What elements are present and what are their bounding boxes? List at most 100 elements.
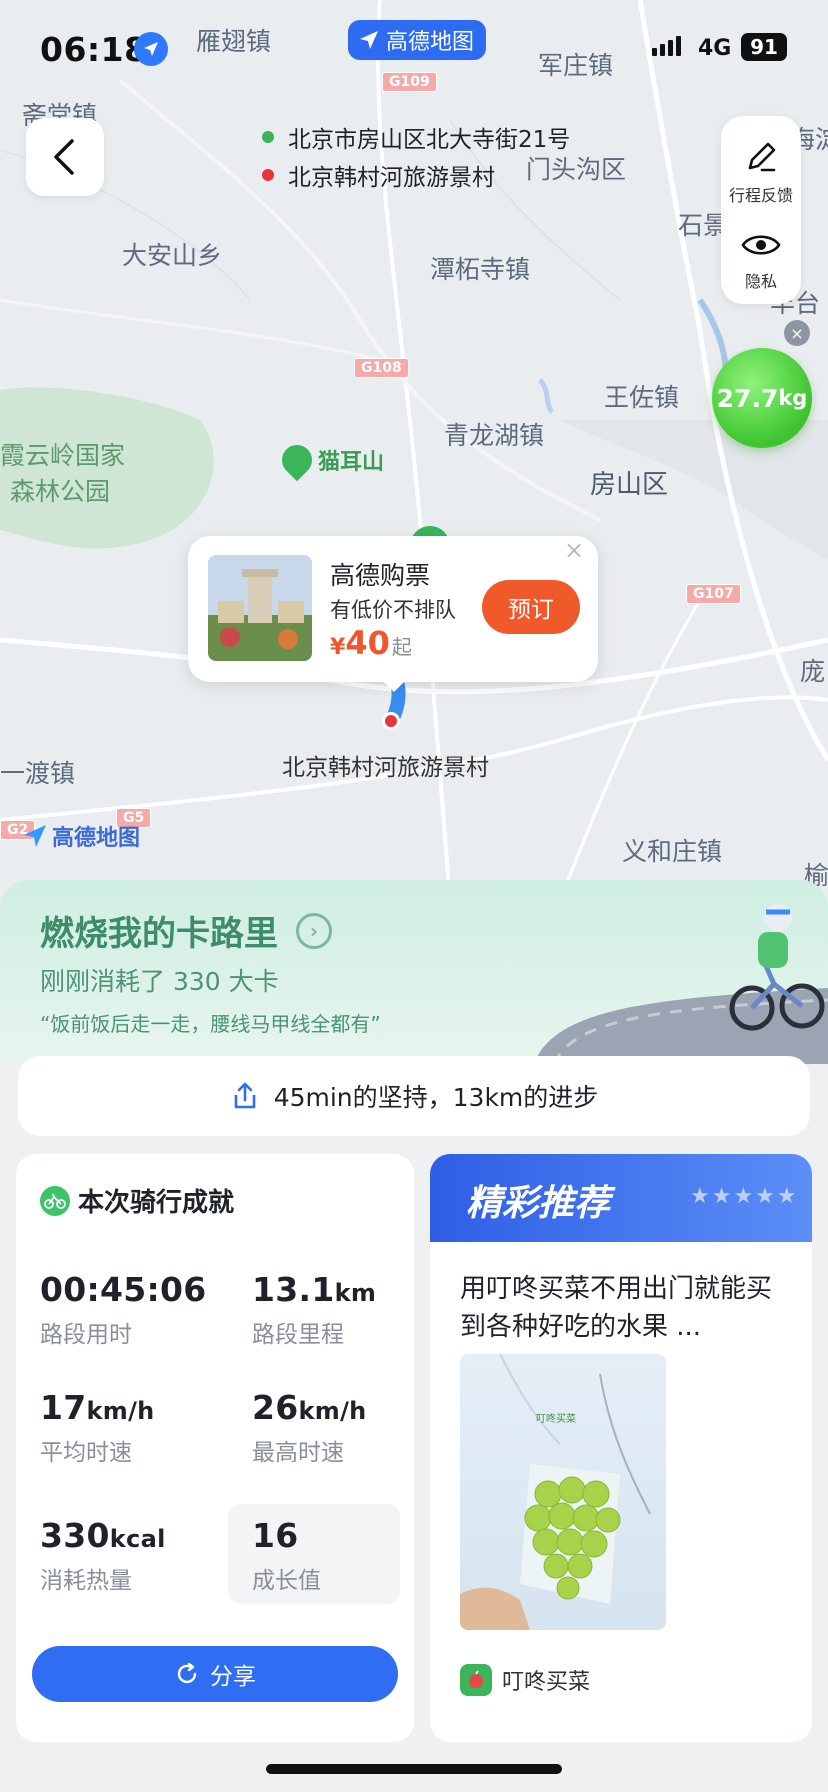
home-indicator[interactable] [266, 1764, 562, 1774]
recommendation-card[interactable]: 精彩推荐 ★★★★★ 用叮咚买菜不用出门就能买到各种好吃的水果 ... 叮咚买菜 [430, 1154, 812, 1742]
trip-summary-sheet[interactable]: 燃烧我的卡路里 › 刚刚消耗了 330 大卡 “饭前饭后走一走，腰线马甲线全都有… [0, 880, 828, 1792]
back-button[interactable] [26, 118, 104, 196]
side-toolbar: 行程反馈 隐私 [721, 116, 801, 304]
popup-tail [382, 680, 406, 692]
road-shield: G107 [686, 584, 741, 604]
map-view[interactable]: 雁翅镇 军庄镇 斋堂镇 门头沟区 大安山乡 潭柘寺镇 石景 丰台 王佐镇 青龙湖… [0, 0, 828, 900]
stat-label: 成长值 [252, 1568, 321, 1594]
map-label: 霞云岭国家 [0, 441, 126, 470]
destination-map-label: 北京韩村河旅游景村 [282, 755, 489, 781]
stat-unit: km [334, 1279, 377, 1307]
stat-avg-speed: 17km/h 平均时速 [40, 1388, 210, 1467]
refresh-share-icon [177, 1662, 197, 1684]
stat-unit: km/h [86, 1397, 155, 1425]
calorie-banner: 燃烧我的卡路里 › 刚刚消耗了 330 大卡 “饭前饭后走一走，腰线马甲线全都有… [0, 880, 828, 1064]
recommendation-source-name: 叮咚买菜 [502, 1670, 591, 1695]
stat-label: 最高时速 [252, 1440, 344, 1466]
status-time: 06:18 [40, 30, 148, 69]
stat-value: 13.1 [252, 1270, 335, 1309]
stat-value: 330 [40, 1516, 110, 1555]
stat-unit: km/h [298, 1397, 367, 1425]
carbon-saving-badge[interactable]: 27.7 kg [712, 348, 812, 448]
stat-calories: 330kcal 消耗热量 [40, 1516, 210, 1595]
stat-growth[interactable]: 16 成长值 [228, 1504, 400, 1604]
close-popup-button[interactable]: × [554, 536, 594, 570]
map-label: 森林公园 [10, 477, 111, 506]
stat-label: 平均时速 [40, 1440, 132, 1466]
trip-feedback-label: 行程反馈 [728, 186, 793, 205]
map-label: 义和庄镇 [622, 837, 723, 866]
amap-logo-icon [360, 31, 378, 49]
stat-distance: 13.1km 路段里程 [252, 1270, 422, 1349]
route-destination: 北京韩村河旅游景村 [262, 156, 570, 194]
destination-address: 北京韩村河旅游景村 [288, 165, 495, 191]
price-suffix: 起 [391, 635, 412, 659]
ticket-popup[interactable]: 高德购票 有低价不排队 ¥40 起 预订 × [188, 536, 598, 682]
achievement-header: 本次骑行成就 [40, 1182, 234, 1219]
recommendation-header: 精彩推荐 ★★★★★ [430, 1154, 812, 1242]
eye-icon [741, 235, 781, 255]
stat-value: 16 [252, 1516, 299, 1555]
map-attribution: 高德地图 [22, 820, 140, 852]
origin-dot [262, 131, 274, 143]
achievement-title: 本次骑行成就 [78, 1188, 235, 1218]
map-label: 王佐镇 [604, 383, 680, 412]
ride-achievement-card: 本次骑行成就 00:45:06 路段用时 13.1km 路段里程 17km/h … [16, 1154, 414, 1742]
carbon-unit: kg [778, 386, 808, 410]
battery-indicator: 91 [741, 33, 787, 61]
origin-address: 北京市房山区北大寺街21号 [288, 127, 571, 153]
calorie-quote: “饭前饭后走一走，腰线马甲线全都有” [40, 1012, 381, 1036]
book-button[interactable]: 预订 [482, 580, 580, 634]
currency-symbol: ¥ [330, 635, 346, 660]
chevron-left-icon [54, 139, 74, 175]
stat-duration: 00:45:06 路段用时 [40, 1270, 210, 1349]
pencil-icon [748, 142, 776, 172]
mountain-pin-icon [275, 438, 319, 482]
popup-title: 高德购票 [330, 561, 431, 590]
popup-subtitle: 有低价不排队 [330, 598, 456, 622]
poi-label: 猫耳山 [318, 450, 385, 475]
status-bar: 06:18 高德地图 4G 91 [0, 0, 828, 100]
destination-marker[interactable] [382, 712, 400, 730]
stat-unit: kcal [109, 1525, 166, 1553]
route-origin: 北京市房山区北大寺街21号 [262, 118, 570, 156]
stat-value: 00:45:06 [40, 1270, 207, 1309]
share-progress-text: 45min的坚持，13km的进步 [273, 1083, 599, 1112]
amap-logo-icon [24, 825, 46, 847]
attraction-thumbnail [208, 555, 312, 661]
route-summary: 北京市房山区北大寺街21号 北京韩村河旅游景村 [262, 118, 570, 194]
app-indicator-label: 高德地图 [386, 30, 475, 55]
star-decoration-icon: ★★★★★ [690, 1184, 799, 1209]
network-type: 4G [698, 36, 732, 61]
price-value: 40 [345, 624, 390, 662]
privacy-label: 隐私 [744, 272, 777, 291]
stat-value: 17 [40, 1388, 87, 1427]
map-label: 房山区 [590, 470, 669, 500]
poi-marker[interactable]: 猫耳山 [275, 438, 385, 482]
share-progress-bar[interactable]: 45min的坚持，13km的进步 [18, 1056, 810, 1136]
destination-dot [262, 169, 274, 181]
calorie-subtitle: 刚刚消耗了 330 大卡 [40, 967, 279, 996]
share-icon [234, 1082, 255, 1109]
carbon-value: 27.7 [716, 383, 779, 413]
close-carbon-button[interactable]: × [784, 320, 810, 346]
calorie-title-row[interactable]: 燃烧我的卡路里 › [40, 906, 332, 955]
recommendation-source[interactable]: 叮咚买菜 [460, 1664, 590, 1696]
recommendation-text: 用叮咚买菜不用出门就能买到各种好吃的水果 ... [460, 1274, 773, 1342]
chevron-right-icon: › [296, 912, 332, 949]
map-label: 一渡镇 [0, 759, 76, 788]
recommendation-title: 精彩推荐 [466, 1183, 611, 1224]
share-button[interactable]: 分享 [32, 1646, 398, 1702]
cyclist-illustration [534, 904, 828, 1064]
image-caption: 叮咚买菜 [536, 1414, 576, 1425]
privacy-button[interactable]: 隐私 [721, 228, 801, 292]
dingdong-logo-icon [460, 1664, 492, 1696]
map-label: 大安山乡 [122, 241, 223, 270]
road-shield: G108 [354, 358, 409, 378]
stat-label: 路段里程 [252, 1322, 344, 1348]
trip-feedback-button[interactable]: 行程反馈 [721, 138, 801, 206]
bicycle-icon [40, 1185, 70, 1216]
map-attribution-label: 高德地图 [52, 826, 141, 851]
app-indicator-pill[interactable]: 高德地图 [348, 20, 487, 60]
stat-label: 消耗热量 [40, 1568, 132, 1594]
